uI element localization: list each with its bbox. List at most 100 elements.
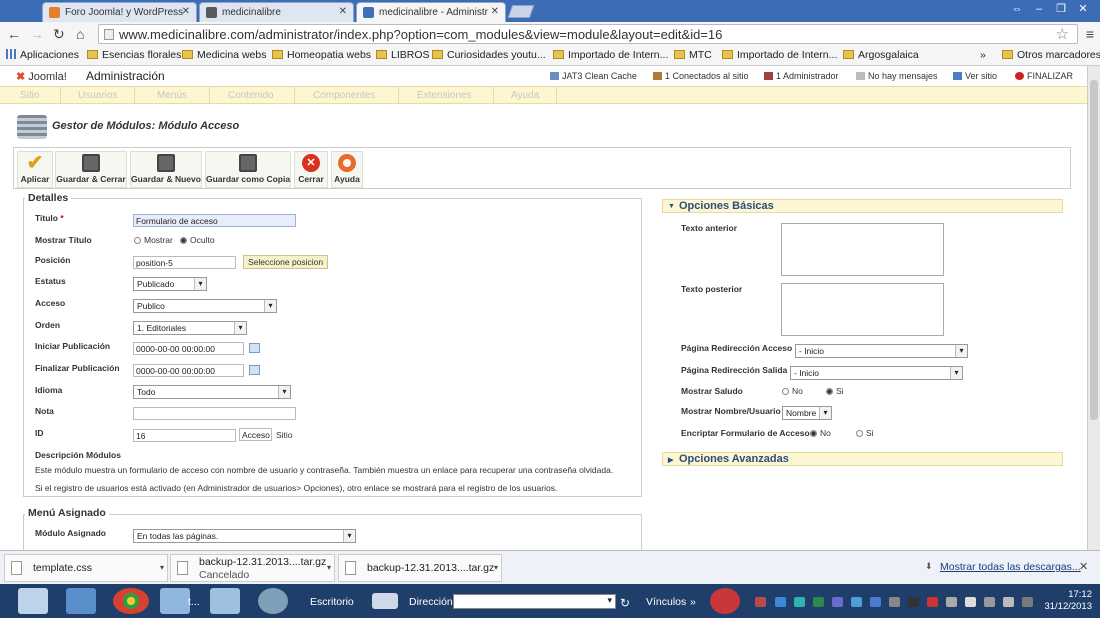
download-item[interactable]: backup-12.31.2013....tar.gz ▾ <box>338 554 502 582</box>
messages-status[interactable]: No hay mensajes <box>856 71 938 81</box>
tab-medicinalibre[interactable]: medicinalibre ✕ <box>199 2 354 22</box>
menu-usuarios[interactable]: Usuarios <box>78 90 117 101</box>
title-input[interactable]: Formulario de acceso <box>133 214 296 227</box>
menu-ayuda[interactable]: Ayuda <box>511 90 539 101</box>
apply-button[interactable]: ✔ Aplicar <box>17 151 53 188</box>
menu-menus[interactable]: Menús <box>157 90 187 101</box>
radio-yes[interactable] <box>856 430 863 437</box>
access-select[interactable]: Publico ▾ <box>133 299 277 313</box>
bookmark-folder[interactable]: Esencias florales <box>87 49 181 61</box>
system-clock[interactable]: 17:12 31/12/2013 <box>1044 589 1092 613</box>
posttext-textarea[interactable] <box>781 283 944 336</box>
close-icon[interactable]: ✕ <box>339 6 347 17</box>
show-all-downloads-link[interactable]: Mostrar todas las descargas... <box>940 561 1081 573</box>
menu-sitio[interactable]: Sitio <box>20 90 39 101</box>
radio-show[interactable] <box>134 237 141 244</box>
save-copy-button[interactable]: Guardar como Copia <box>205 151 291 188</box>
position-input[interactable]: position-5 <box>133 256 236 269</box>
volume-icon[interactable] <box>1003 597 1014 607</box>
publish-down-input[interactable]: 0000-00-00 00:00:00 <box>133 364 244 377</box>
show-title-hide-option[interactable]: Oculto <box>180 235 215 245</box>
language-select[interactable]: Todo ▾ <box>133 385 291 399</box>
tray-icon[interactable] <box>775 597 786 607</box>
bookmark-other[interactable]: Otros marcadores <box>1002 49 1100 61</box>
minimize-icon[interactable]: – <box>1028 3 1050 15</box>
module-assignment-select[interactable]: En todas las páginas. ▾ <box>133 529 356 543</box>
bookmark-folder[interactable]: LIBROS <box>376 49 430 61</box>
encrypt-no-option[interactable]: No <box>810 428 831 438</box>
menu-componentes[interactable]: Componentes <box>313 90 375 101</box>
bookmark-folder[interactable]: MTC <box>674 49 712 61</box>
login-redirect-select[interactable]: - Inicio ▾ <box>795 344 968 358</box>
back-arrow-icon[interactable]: ← <box>7 26 21 42</box>
clean-cache-link[interactable]: JAT3 Clean Cache <box>550 71 637 81</box>
app-icon[interactable] <box>710 588 740 614</box>
bookmark-apps[interactable]: Aplicaciones <box>6 49 79 61</box>
logout-link[interactable]: FINALIZAR <box>1015 71 1073 81</box>
chevron-double-right-icon[interactable]: » <box>690 596 696 608</box>
tab-foro-joomla[interactable]: Foro Joomla! y WordPress ✕ <box>42 2 197 22</box>
select-position-button[interactable]: Seleccione posicion <box>243 255 329 269</box>
tray-icon[interactable] <box>908 597 919 607</box>
menu-contenido[interactable]: Contenido <box>228 90 274 101</box>
note-input[interactable] <box>133 407 296 420</box>
chevron-down-icon[interactable]: ▾ <box>494 563 498 572</box>
tray-icon[interactable] <box>851 597 862 607</box>
keyboard-icon[interactable] <box>372 593 398 609</box>
reload-icon[interactable]: ↻ <box>53 26 65 43</box>
address-bar[interactable]: www.medicinalibre.com/administrator/inde… <box>98 24 1078 44</box>
chevron-down-icon[interactable]: ▾ <box>160 563 164 572</box>
advanced-options-header[interactable]: ▶ Opciones Avanzadas <box>662 452 1063 466</box>
page-scrollbar[interactable] <box>1087 66 1100 550</box>
radio-yes[interactable] <box>826 388 833 395</box>
radio-hide[interactable] <box>180 237 187 244</box>
bookmark-folder[interactable]: Importado de Intern... <box>722 49 837 61</box>
order-select[interactable]: 1. Editoriales ▾ <box>133 321 247 335</box>
tray-icon[interactable] <box>870 597 881 607</box>
desktop-toolbar-label[interactable]: Escritorio <box>310 596 354 608</box>
close-button[interactable]: ✕ Cerrar <box>294 151 328 188</box>
app-icon[interactable] <box>160 588 190 614</box>
radio-no[interactable] <box>810 430 817 437</box>
tray-icon[interactable] <box>1022 597 1033 607</box>
bookmark-folder[interactable]: Argosgalaica <box>843 49 919 61</box>
bookmark-star-icon[interactable]: ☆ <box>1056 25 1069 43</box>
download-item[interactable]: template.css ▾ <box>4 554 168 582</box>
menu-extensiones[interactable]: Extensiones <box>417 90 471 101</box>
close-icon[interactable]: ✕ <box>182 6 190 17</box>
status-select[interactable]: Publicado ▾ <box>133 277 207 291</box>
close-icon[interactable]: ✕ <box>491 6 499 17</box>
tray-icon[interactable] <box>965 597 976 607</box>
app-icon[interactable] <box>258 588 288 614</box>
tray-icon[interactable] <box>927 597 938 607</box>
app-icon[interactable] <box>210 588 240 614</box>
basic-options-header[interactable]: ▼ Opciones Básicas <box>662 199 1063 213</box>
bookmarks-overflow[interactable]: » <box>980 49 986 61</box>
show-title-show-option[interactable]: Mostrar <box>134 235 173 245</box>
refresh-icon[interactable]: ↻ <box>620 596 630 610</box>
name-username-select[interactable]: Nombre ▾ <box>782 406 832 420</box>
new-tab-button[interactable] <box>507 5 535 18</box>
restore-icon[interactable]: ⇔ <box>1006 3 1028 15</box>
greeting-yes-option[interactable]: Si <box>826 386 844 396</box>
tab-medicinalibre-admin[interactable]: medicinalibre - Administr ✕ <box>356 2 506 22</box>
explorer-icon[interactable] <box>18 588 48 614</box>
view-site-link[interactable]: Ver sitio <box>953 71 997 81</box>
tray-icon[interactable] <box>832 597 843 607</box>
calendar-icon[interactable] <box>249 343 260 353</box>
tray-icon[interactable] <box>755 597 766 607</box>
tray-icon[interactable] <box>946 597 957 607</box>
maximize-icon[interactable]: ❐ <box>1050 2 1072 15</box>
chevron-down-icon[interactable]: ▾ <box>607 595 612 606</box>
tray-icon[interactable] <box>813 597 824 607</box>
chrome-menu-icon[interactable]: ≡ <box>1086 26 1094 42</box>
bookmark-folder[interactable]: Curiosidades youtu... <box>432 49 546 61</box>
save-new-button[interactable]: Guardar & Nuevo <box>130 151 202 188</box>
calendar-icon[interactable] <box>249 365 260 375</box>
save-close-button[interactable]: Guardar & Cerrar <box>55 151 127 188</box>
desktop-app-icon[interactable] <box>66 588 96 614</box>
scrollbar-thumb[interactable] <box>1090 80 1098 420</box>
home-icon[interactable]: ⌂ <box>76 26 84 42</box>
tray-icon[interactable] <box>794 597 805 607</box>
bookmark-folder[interactable]: Medicina webs <box>182 49 266 61</box>
